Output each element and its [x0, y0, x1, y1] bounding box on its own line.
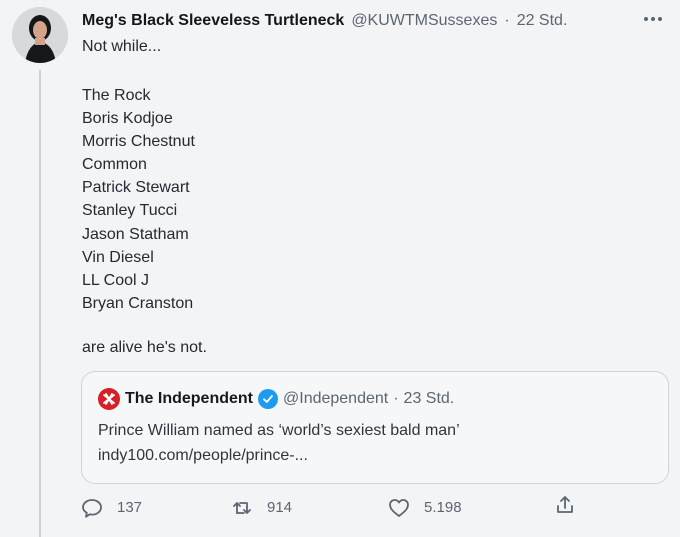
quoted-author-handle[interactable]: @Independent	[283, 390, 388, 408]
retweet-button[interactable]: 914	[230, 493, 292, 523]
share-icon	[557, 496, 573, 513]
reply-icon	[82, 499, 102, 518]
quoted-link[interactable]: indy100.com/people/prince-...	[98, 443, 460, 468]
quoted-separator: ·	[393, 390, 399, 407]
reply-count: 137	[117, 499, 143, 516]
quoted-tweet[interactable]: The Independent @Independent · 23 Std. P…	[81, 371, 669, 484]
list-item: Jason Statham	[82, 225, 189, 243]
tweet-header: Meg's Black Sleeveless Turtleneck @KUWTM…	[82, 10, 660, 32]
avatar[interactable]	[12, 7, 68, 63]
share-button[interactable]	[553, 493, 577, 517]
heart-icon	[389, 499, 409, 517]
list-item: The Rock	[82, 87, 151, 104]
header-separator: ·	[504, 12, 510, 29]
quoted-tweet-text: Prince William named as ‘world’s sexiest…	[98, 418, 460, 468]
verified-badge-icon	[258, 389, 278, 409]
list-item: Bryan Cranston	[82, 294, 194, 312]
names-list: The Rock Boris Kodjoe Morris Chestnut Co…	[82, 84, 195, 315]
thread-line	[39, 70, 41, 537]
list-item: Morris Chestnut	[82, 133, 195, 151]
tweet-closing: are alive he's not.	[82, 339, 207, 356]
quoted-tweet-header: The Independent @Independent · 23 Std.	[98, 388, 454, 410]
retweet-icon	[233, 502, 251, 514]
tweet-intro: Not while...	[82, 38, 162, 55]
author-name[interactable]: Meg's Black Sleeveless Turtleneck	[82, 12, 344, 30]
quoted-author-name[interactable]: The Independent	[125, 390, 253, 408]
tweet-time[interactable]: 22 Std.	[517, 12, 568, 30]
more-options-icon[interactable]	[638, 10, 668, 28]
tweet-actions: 137 914 5.198	[80, 493, 580, 523]
tweet-card[interactable]: Meg's Black Sleeveless Turtleneck @KUWTM…	[0, 0, 680, 537]
like-count: 5.198	[424, 499, 462, 516]
list-item: LL Cool J	[82, 271, 149, 289]
independent-logo-icon[interactable]	[98, 388, 120, 410]
author-handle[interactable]: @KUWTMSussexes	[351, 12, 497, 30]
list-item: Stanley Tucci	[82, 202, 178, 220]
list-item: Vin Diesel	[82, 248, 154, 266]
retweet-count: 914	[267, 499, 293, 516]
like-button[interactable]: 5.198	[387, 493, 462, 523]
list-item: Common	[82, 156, 147, 174]
reply-button[interactable]: 137	[80, 493, 142, 523]
list-item: Boris Kodjoe	[82, 110, 173, 128]
quoted-headline: Prince William named as ‘world’s sexiest…	[98, 422, 460, 439]
list-item: Patrick Stewart	[82, 179, 190, 197]
quoted-time[interactable]: 23 Std.	[404, 390, 455, 408]
